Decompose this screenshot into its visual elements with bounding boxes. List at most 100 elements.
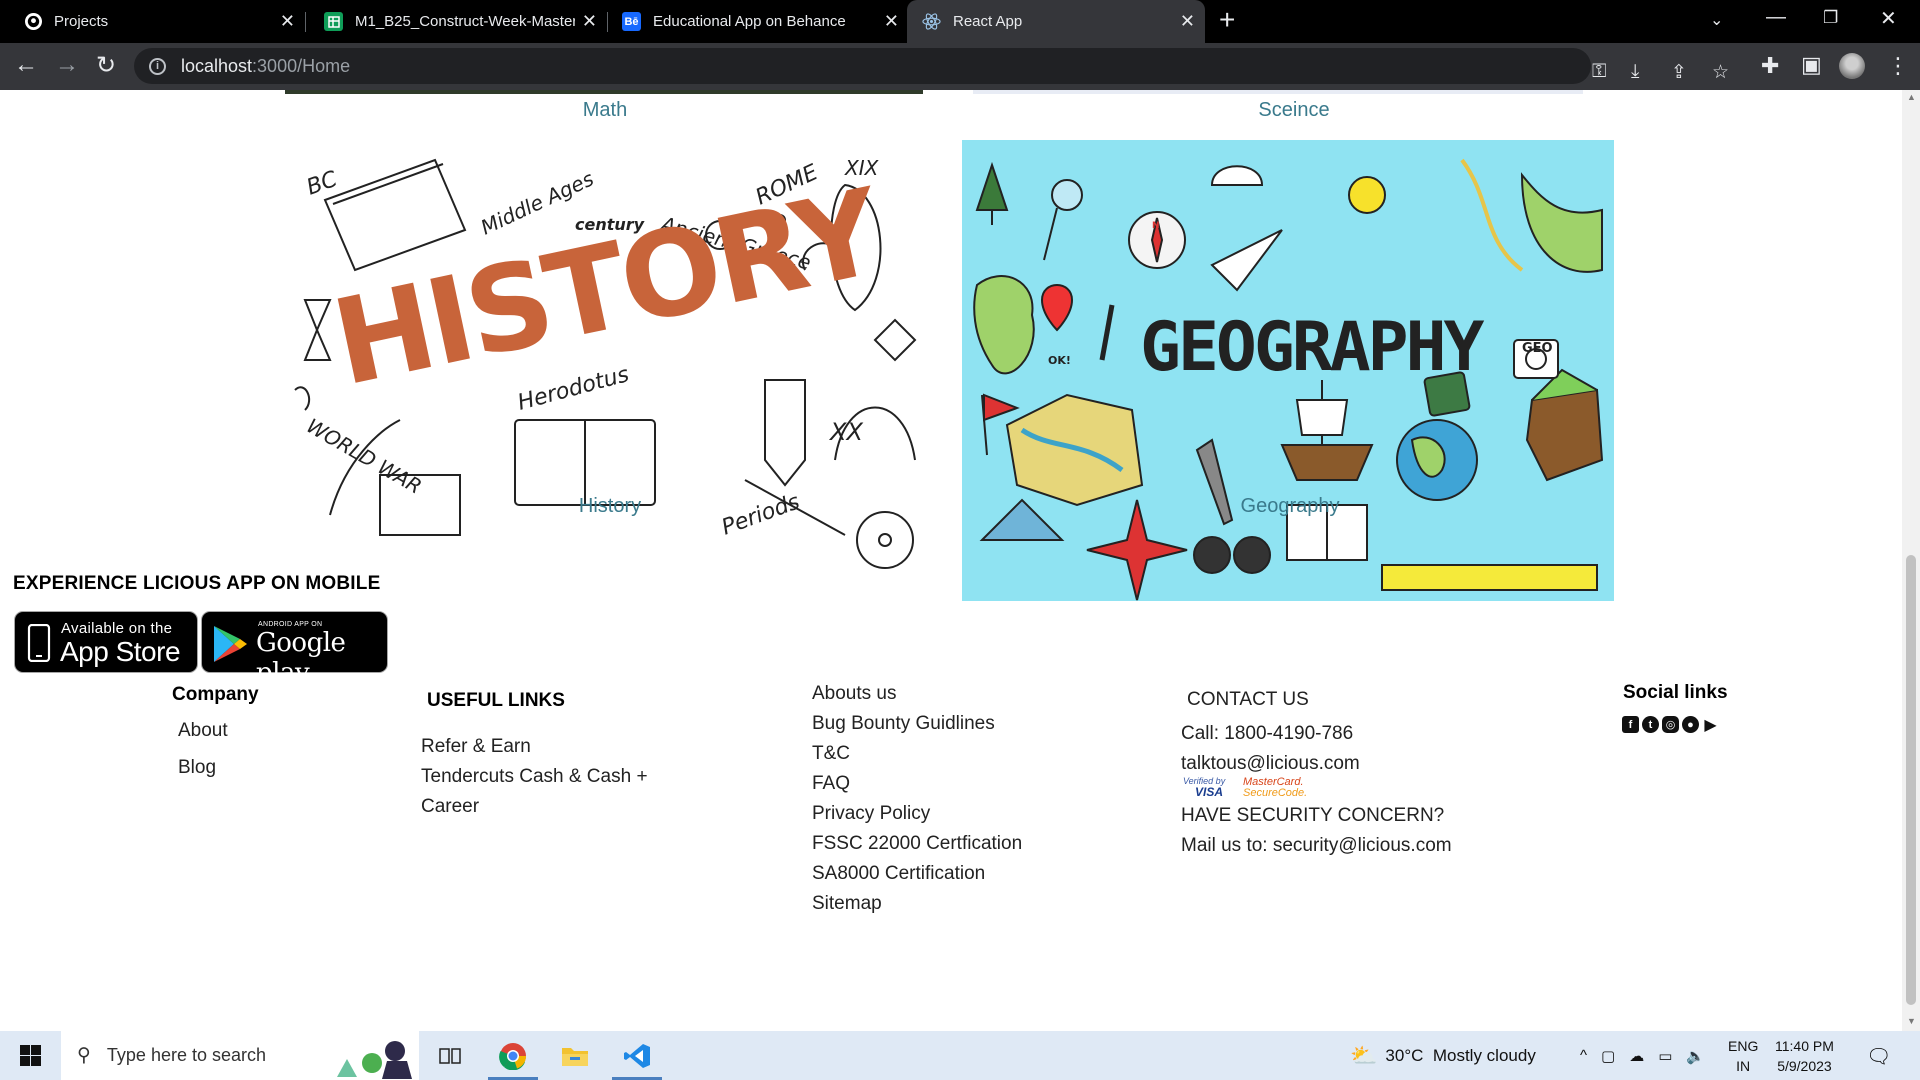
- clock-time: 11:40 PM: [1775, 1038, 1834, 1054]
- footer-link-abouts-us[interactable]: Abouts us: [812, 679, 1022, 709]
- side-panel-icon[interactable]: ▣: [1801, 52, 1822, 78]
- footer-link-refer[interactable]: Refer & Earn: [421, 732, 648, 762]
- facebook-icon[interactable]: f: [1622, 716, 1639, 733]
- volume-icon[interactable]: 🔈: [1686, 1047, 1705, 1065]
- history-label[interactable]: History: [555, 495, 665, 518]
- geography-image[interactable]: GEO N OK! GEOGRAPHY: [962, 140, 1614, 601]
- badge-small-text: Available on the: [61, 620, 173, 637]
- footer-social-column: Social links: [1623, 682, 1728, 704]
- close-tab-icon[interactable]: ✕: [280, 11, 295, 32]
- restore-button[interactable]: ❐: [1823, 8, 1838, 28]
- close-window-button[interactable]: ✕: [1880, 6, 1897, 31]
- meet-now-icon[interactable]: ▢: [1601, 1047, 1615, 1065]
- science-label[interactable]: Sceince: [1214, 99, 1374, 122]
- history-doodle-text: Periods: [719, 489, 804, 540]
- extensions-icon[interactable]: ✚: [1761, 53, 1779, 79]
- instagram-icon[interactable]: ◎: [1662, 716, 1679, 733]
- footer-link-faq[interactable]: FAQ: [812, 769, 1022, 799]
- app-store-badge[interactable]: Available on the App Store: [14, 611, 198, 673]
- payment-badges: Verified by VISA MasterCard. SecureCode.: [1181, 776, 1452, 801]
- contact-email[interactable]: talktous@licious.com: [1181, 749, 1452, 779]
- install-icon[interactable]: ⤓: [1631, 61, 1639, 83]
- geography-doodle-text: GEO: [1522, 341, 1553, 356]
- google-play-icon: [214, 626, 247, 662]
- close-tab-icon[interactable]: ✕: [884, 11, 899, 32]
- bookmark-star-icon[interactable]: ☆: [1712, 61, 1729, 84]
- history-image[interactable]: BC Middle Ages century Ancient Greece RO…: [285, 140, 937, 592]
- tab-title: Projects: [54, 13, 109, 30]
- taskbar-search-box[interactable]: ⚲ Type here to search: [61, 1031, 419, 1080]
- footer-link-privacy[interactable]: Privacy Policy: [812, 799, 1022, 829]
- history-doodle-text: WORLD WAR: [303, 414, 426, 499]
- footer-link-blog[interactable]: Blog: [178, 749, 259, 786]
- footer-link-about[interactable]: About: [178, 712, 259, 749]
- chrome-taskbar-icon[interactable]: [482, 1031, 544, 1080]
- menu-kebab-icon[interactable]: ⋮: [1887, 53, 1909, 79]
- taskbar-clock[interactable]: 11:40 PM 5/9/2023: [1775, 1036, 1834, 1076]
- windows-start-icon[interactable]: [20, 1045, 41, 1071]
- science-image-edge: [973, 90, 1583, 94]
- security-mail[interactable]: Mail us to: security@licious.com: [1181, 831, 1452, 861]
- close-tab-icon[interactable]: ✕: [582, 11, 597, 32]
- forward-arrow-icon[interactable]: →: [55, 51, 79, 79]
- play-icon[interactable]: ▶: [1702, 716, 1719, 734]
- weather-text: 30°C Mostly cloudy: [1385, 1045, 1536, 1065]
- geography-label[interactable]: Geography: [1215, 495, 1365, 518]
- contact-phone[interactable]: Call: 1800-4190-786: [1181, 719, 1452, 749]
- footer-link-tendercuts[interactable]: Tendercuts Cash & Cash +: [421, 762, 648, 792]
- back-arrow-icon[interactable]: ←: [14, 51, 38, 79]
- tab-title: React App: [953, 13, 1023, 30]
- key-icon[interactable]: ⚿: [1592, 61, 1606, 83]
- search-placeholder: Type here to search: [106, 1045, 267, 1065]
- badge-big-text: App Store: [60, 636, 181, 667]
- share-icon[interactable]: ⇪: [1671, 61, 1687, 84]
- language-indicator[interactable]: ENG IN: [1728, 1036, 1758, 1076]
- footer-link-sitemap[interactable]: Sitemap: [812, 889, 1022, 919]
- footer-more-links-column: Abouts us Bug Bounty Guidlines T&C FAQ P…: [812, 679, 1022, 919]
- math-image-edge: [285, 90, 923, 94]
- weather-widget[interactable]: ⛅ 30°C Mostly cloudy: [1350, 1031, 1536, 1080]
- footer-link-fssc[interactable]: FSSC 22000 Certfication: [812, 829, 1022, 859]
- chevron-up-icon[interactable]: ^: [1580, 1047, 1587, 1064]
- task-view-icon[interactable]: [419, 1031, 481, 1080]
- address-bar[interactable]: i localhost:3000/Home ⚿ ⤓ ⇪ ☆: [134, 48, 1729, 84]
- notifications-icon[interactable]: 🗨: [1866, 1044, 1891, 1069]
- footer-link-career[interactable]: Career: [421, 792, 648, 822]
- scrollbar-thumb[interactable]: [1906, 555, 1916, 1005]
- tab-react-app[interactable]: React App ✕: [907, 0, 1205, 43]
- clock-date: 5/9/2023: [1777, 1058, 1832, 1074]
- twitter-icon[interactable]: t: [1642, 716, 1659, 733]
- vscode-icon[interactable]: [606, 1031, 668, 1080]
- search-icon: ⚲: [77, 1045, 91, 1066]
- github-icon: [25, 13, 42, 30]
- google-play-badge[interactable]: ANDROID APP ON Google play: [201, 611, 388, 688]
- tab-behance[interactable]: Bē Educational App on Behance ✕: [607, 0, 909, 43]
- search-highlight-illustration: [337, 1041, 412, 1079]
- footer-company-heading: Company: [172, 684, 259, 705]
- file-explorer-icon[interactable]: [544, 1031, 606, 1080]
- geography-doodle-text: OK!: [1048, 354, 1071, 367]
- cloud-icon[interactable]: ☁: [1629, 1047, 1644, 1065]
- visa-logo-text: VISA: [1195, 785, 1224, 799]
- site-info-icon[interactable]: i: [149, 57, 166, 75]
- page-scrollbar[interactable]: ▲ ▼: [1902, 90, 1920, 1031]
- tab-search-icon[interactable]: ⌄: [1710, 10, 1723, 30]
- battery-icon[interactable]: ▭: [1658, 1047, 1672, 1065]
- footer-link-tc[interactable]: T&C: [812, 739, 1022, 769]
- reload-icon[interactable]: ↻: [96, 51, 116, 80]
- math-label[interactable]: Math: [555, 99, 655, 122]
- footer-link-bug-bounty[interactable]: Bug Bounty Guidlines: [812, 709, 1022, 739]
- region-code: IN: [1736, 1058, 1751, 1074]
- minimize-button[interactable]: —: [1766, 6, 1786, 29]
- tab-sheet[interactable]: M1_B25_Construct-Week-Master ✕: [305, 0, 607, 43]
- scroll-up-icon[interactable]: ▲: [1907, 92, 1916, 102]
- close-tab-icon[interactable]: ✕: [1180, 11, 1195, 32]
- new-tab-button[interactable]: +: [1219, 4, 1235, 36]
- apple-icon[interactable]: ●: [1682, 716, 1699, 733]
- tab-projects[interactable]: Projects ✕: [0, 0, 305, 43]
- scroll-down-icon[interactable]: ▼: [1907, 1016, 1916, 1026]
- tab-title: Educational App on Behance: [653, 13, 846, 30]
- badge-big-text: Google play: [256, 628, 346, 688]
- profile-avatar[interactable]: [1839, 53, 1865, 79]
- footer-link-sa8000[interactable]: SA8000 Certification: [812, 859, 1022, 889]
